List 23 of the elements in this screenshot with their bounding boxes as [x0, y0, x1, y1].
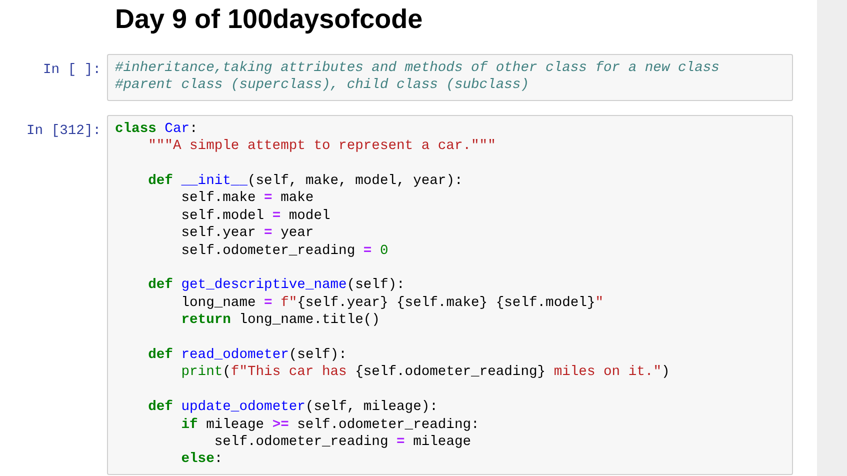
- code-line: self.odometer_reading = 0: [180, 242, 388, 260]
- code-line: """A simple attempt to represent a car.""": [147, 138, 496, 156]
- code-line: return long_name.title(): [180, 312, 380, 330]
- code-line: print(f"This car has {self.odometer_reading} miles on it."): [180, 364, 670, 382]
- code-line: self.odometer_reading = mileage: [214, 434, 472, 452]
- code-line: def read_odometer(self):: [147, 346, 347, 364]
- notebook-heading: Day 9 of 100daysofcode: [114, 3, 424, 36]
- input-prompt: In [312]:: [25, 122, 102, 139]
- code-line: self.year = year: [180, 225, 314, 243]
- code-line: def update_odometer(self, mileage):: [147, 398, 438, 417]
- code-line: if mileage >= self.odometer_reading:: [180, 416, 480, 434]
- code-line: else:: [180, 451, 223, 469]
- code-cell[interactable]: [107, 114, 793, 475]
- code-line: #parent class (superclass), child class (subclass): [115, 77, 529, 95]
- code-line: long_name = f"{self.year} {self.make} {self.model}": [180, 294, 604, 312]
- code-cell[interactable]: #inheritance,taking attributes and methods of other class for a new class #parent class (superclass), child class (subclass): [107, 54, 793, 101]
- code-line: self.make = make: [180, 190, 314, 208]
- code-line: self.model = model: [180, 208, 330, 226]
- code-line: class Car:: [115, 120, 198, 138]
- code-line: def __init__(self, make, model, year):: [147, 172, 463, 190]
- input-prompt: In [ ]:: [42, 62, 102, 78]
- code-line: #inheritance,taking attributes and methods of other class for a new class: [115, 60, 720, 78]
- code-line: def get_descriptive_name(self):: [147, 276, 405, 295]
